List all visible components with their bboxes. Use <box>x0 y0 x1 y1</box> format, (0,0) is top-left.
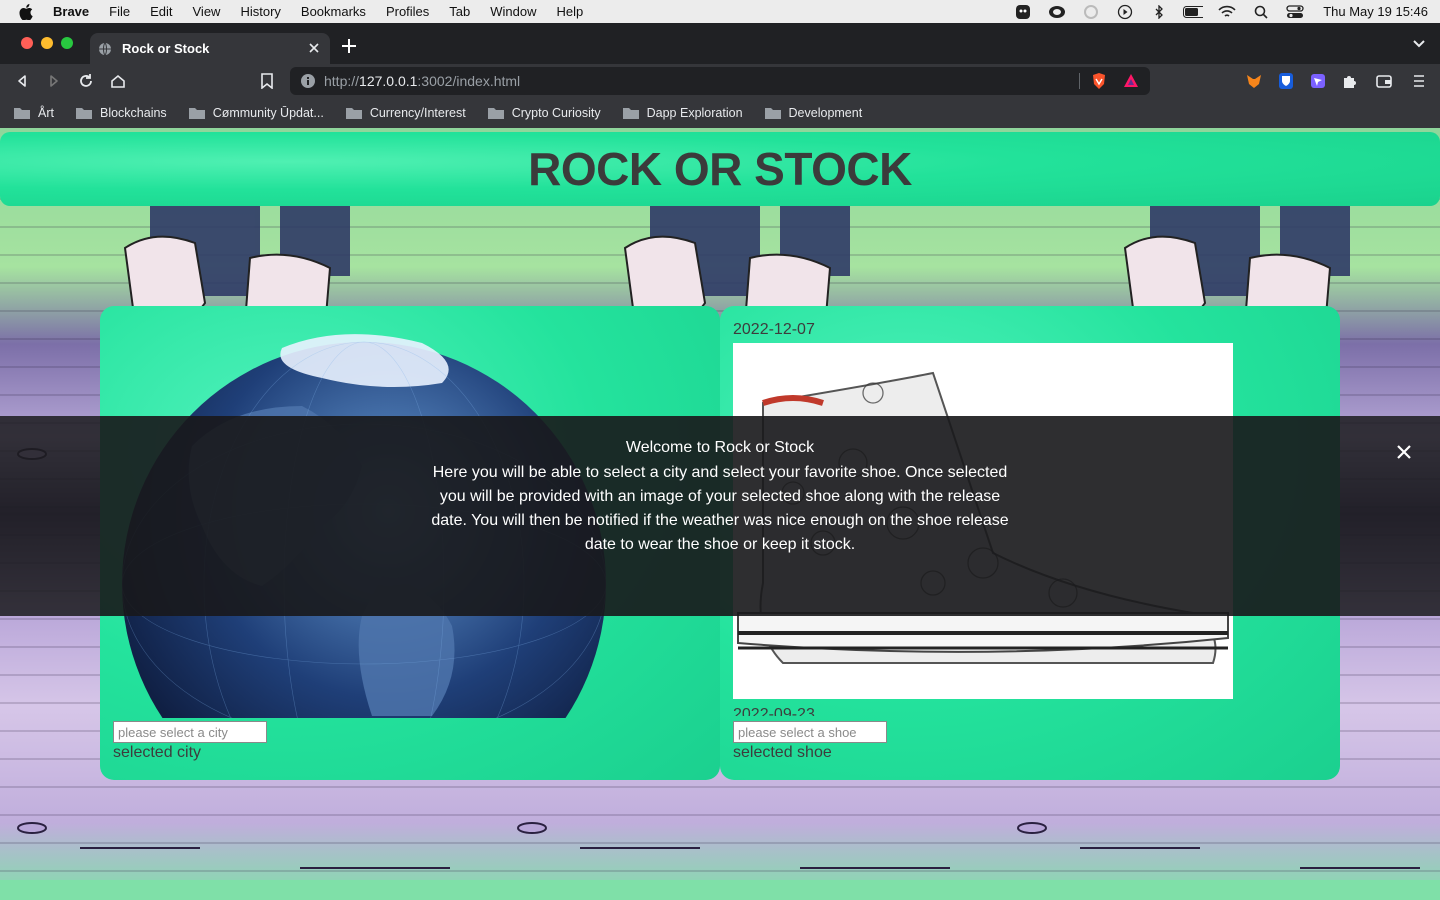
address-bar[interactable]: http://127.0.0.1:3002/index.html <box>290 67 1150 95</box>
menu-window[interactable]: Window <box>490 4 536 19</box>
bookmark-page-icon[interactable] <box>257 71 277 91</box>
browser-tab-bar: Rock or Stock <box>0 23 1440 64</box>
folder-icon <box>14 108 30 119</box>
bookmark-folder-community-updates[interactable]: Cømmunity Ūpdat... <box>188 106 324 120</box>
control-center-icon[interactable] <box>1285 4 1305 19</box>
macos-menu-bar: Brave File Edit View History Bookmarks P… <box>0 0 1440 23</box>
url-host: 127.0.0.1 <box>359 73 418 89</box>
bookmark-folder-development[interactable]: Development <box>764 106 863 120</box>
shoe-search-input[interactable] <box>733 721 887 743</box>
search-icon[interactable] <box>1251 5 1271 19</box>
shoe-release-date-secondary: 2022-09-23 <box>733 706 815 716</box>
tab-list-chevron-icon[interactable] <box>1412 39 1426 49</box>
forward-button[interactable] <box>44 71 64 91</box>
welcome-modal: Welcome to Rock or Stock Here you will b… <box>0 416 1440 616</box>
bookmark-folder-blockchains[interactable]: Blockchains <box>75 106 167 120</box>
page-viewport: ROCK OR STOCK please select a city selec… <box>0 128 1440 900</box>
menu-help[interactable]: Help <box>557 4 584 19</box>
home-button[interactable] <box>108 71 128 91</box>
site-info-icon[interactable] <box>300 73 316 89</box>
folder-icon <box>487 108 504 119</box>
metamask-fox-icon[interactable] <box>1245 72 1263 90</box>
menu-profiles[interactable]: Profiles <box>386 4 429 19</box>
bookmarks-bar: Årt Blockchains Cømmunity Ūpdat... Curre… <box>0 98 1440 128</box>
shoe-release-date: 2022-12-07 <box>733 321 815 338</box>
menu-tab[interactable]: Tab <box>449 4 470 19</box>
back-button[interactable] <box>12 71 32 91</box>
city-search-input[interactable] <box>113 721 267 743</box>
folder-icon <box>622 108 639 119</box>
bookmark-folder-dapp-exploration[interactable]: Dapp Exploration <box>622 106 743 120</box>
selected-shoe-label: selected shoe <box>733 744 832 761</box>
welcome-modal-title: Welcome to Rock or Stock <box>625 439 815 456</box>
bookmark-label: Crypto Curiosity <box>511 106 601 120</box>
page-title: ROCK OR STOCK <box>528 143 912 195</box>
wallet-icon[interactable] <box>1375 72 1393 90</box>
spinner-icon[interactable] <box>1081 4 1101 19</box>
menu-edit[interactable]: Edit <box>150 4 172 19</box>
menu-view[interactable]: View <box>193 4 221 19</box>
bookmark-folder-crypto-curiosity[interactable]: Crypto Curiosity <box>487 106 601 120</box>
creative-cloud-icon[interactable] <box>1047 5 1067 19</box>
selected-city-label: selected city <box>113 744 202 761</box>
welcome-modal-body: Here you will be able to select a city a… <box>431 464 1009 553</box>
window-zoom-button[interactable] <box>61 37 73 49</box>
bluetooth-icon[interactable] <box>1149 4 1169 19</box>
brave-shields-icon[interactable] <box>1090 72 1108 90</box>
menu-history[interactable]: History <box>240 4 280 19</box>
bookmark-label: Blockchains <box>99 106 167 120</box>
menu-file[interactable]: File <box>109 4 130 19</box>
menu-app-name[interactable]: Brave <box>53 4 89 19</box>
globe-favicon-icon <box>99 42 111 55</box>
url-scheme: http:// <box>324 73 360 89</box>
modal-close-icon[interactable] <box>1396 444 1412 460</box>
bookmark-label: Development <box>788 106 863 120</box>
tab-title: Rock or Stock <box>122 41 210 56</box>
folder-icon <box>188 108 205 119</box>
tab-close-icon[interactable] <box>306 40 322 56</box>
battery-icon[interactable] <box>1183 5 1204 19</box>
browser-menu-icon[interactable] <box>1410 72 1428 90</box>
menu-bookmarks[interactable]: Bookmarks <box>301 4 366 19</box>
play-icon[interactable] <box>1115 4 1135 19</box>
url-divider <box>1079 73 1080 89</box>
brave-rewards-icon[interactable] <box>1122 72 1140 90</box>
bookmark-folder-art[interactable]: Årt <box>14 106 54 120</box>
bitwarden-shield-icon[interactable] <box>1277 72 1295 90</box>
bookmark-folder-currency-interest[interactable]: Currency/Interest <box>345 106 466 120</box>
new-tab-icon[interactable] <box>340 37 358 55</box>
browser-toolbar: http://127.0.0.1:3002/index.html <box>0 64 1440 98</box>
folder-icon <box>345 108 362 119</box>
page-header: ROCK OR STOCK <box>0 132 1440 206</box>
folder-icon <box>75 108 92 119</box>
apple-icon[interactable] <box>19 3 35 20</box>
folder-icon <box>764 108 781 119</box>
bookmark-label: Cømmunity Ūpdat... <box>212 106 324 120</box>
ghost-app-icon[interactable] <box>1013 4 1033 19</box>
url-path: :3002/index.html <box>417 73 521 89</box>
extensions-puzzle-icon[interactable] <box>1341 72 1359 90</box>
window-minimize-button[interactable] <box>41 37 53 49</box>
bookmark-label: Dapp Exploration <box>646 106 743 120</box>
bookmark-label: Currency/Interest <box>369 106 466 120</box>
wifi-icon[interactable] <box>1217 5 1237 19</box>
bookmark-label: Årt <box>38 106 54 120</box>
tab-rock-or-stock[interactable]: Rock or Stock <box>90 33 330 64</box>
extension-purple-icon[interactable] <box>1309 72 1327 90</box>
reload-button[interactable] <box>76 71 96 91</box>
window-close-button[interactable] <box>21 37 33 49</box>
menubar-clock[interactable]: Thu May 19 15:46 <box>1323 4 1428 19</box>
